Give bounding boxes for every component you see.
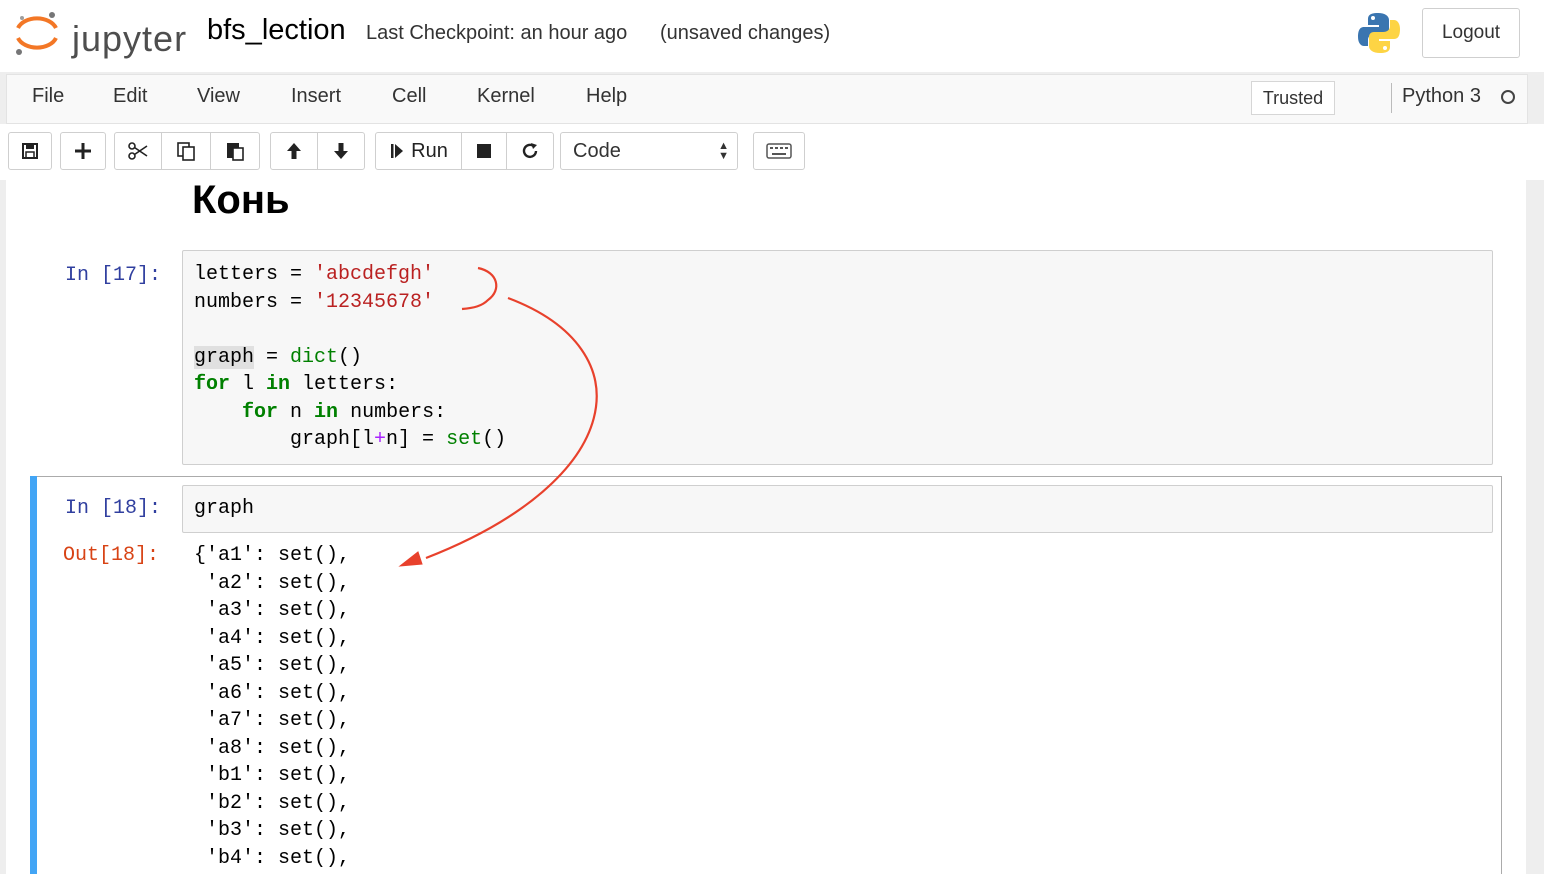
run-button[interactable]: Run <box>375 132 462 170</box>
notebook-container: Конь In [17]: letters = 'abcdefgh' numbe… <box>6 180 1526 874</box>
kernel-name[interactable]: Python 3 <box>1402 85 1481 108</box>
command-palette-button[interactable] <box>753 132 805 170</box>
menu-cell[interactable]: Cell <box>392 85 426 108</box>
scissors-icon <box>128 142 148 160</box>
plus-icon <box>75 143 91 159</box>
move-down-button[interactable] <box>317 132 365 170</box>
run-icon <box>391 144 404 158</box>
insert-cell-button[interactable] <box>60 132 106 170</box>
save-icon <box>22 143 38 159</box>
annotation-arrowhead <box>398 551 423 567</box>
toolbar: Run <box>0 124 1544 180</box>
stop-icon <box>477 144 491 158</box>
notebook-name[interactable]: bfs_lection <box>207 14 346 47</box>
save-button[interactable] <box>8 132 52 170</box>
annotation-bracket <box>461 266 498 311</box>
header: jupyter bfs_lection Last Checkpoint: an … <box>0 0 1544 72</box>
jupyter-logo[interactable]: jupyter <box>12 8 188 59</box>
logout-button[interactable]: Logout <box>1422 8 1520 58</box>
menu-file[interactable]: File <box>32 85 64 108</box>
menu-edit[interactable]: Edit <box>113 85 147 108</box>
annotation-overlay <box>398 266 598 567</box>
run-label: Run <box>411 139 448 162</box>
checkpoint-status: Last Checkpoint: an hour ago <box>366 22 628 44</box>
python-logo-icon <box>1358 13 1400 53</box>
cut-button[interactable] <box>114 132 162 170</box>
annotation-curve-arrow <box>425 296 598 560</box>
trusted-indicator[interactable]: Trusted <box>1251 81 1335 115</box>
menubar: File Edit View Insert Cell Kernel Help T… <box>6 74 1528 124</box>
jupyter-logo-text: jupyter <box>72 18 188 59</box>
move-up-button[interactable] <box>270 132 318 170</box>
menu-kernel[interactable]: Kernel <box>477 85 535 108</box>
autosave-status: (unsaved changes) <box>660 22 831 44</box>
cell-type-select[interactable]: Code ▲ ▼ <box>560 132 738 170</box>
restart-kernel-button[interactable] <box>506 132 554 170</box>
divider <box>1391 83 1392 113</box>
paste-icon <box>227 143 244 161</box>
refresh-icon <box>522 143 538 159</box>
cell-type-value: Code <box>573 140 621 162</box>
arrow-down-icon <box>334 143 348 159</box>
paste-button[interactable] <box>210 132 260 170</box>
interrupt-button[interactable] <box>461 132 507 170</box>
copy-icon <box>177 142 195 161</box>
keyboard-icon <box>766 143 792 159</box>
menu-help[interactable]: Help <box>586 85 627 108</box>
copy-button[interactable] <box>161 132 211 170</box>
jupyter-logo-icon <box>16 12 58 55</box>
menu-insert[interactable]: Insert <box>291 85 341 108</box>
menu-view[interactable]: View <box>197 85 240 108</box>
arrow-up-icon <box>287 143 301 159</box>
select-arrows-icon: ▲ ▼ <box>718 140 729 162</box>
kernel-idle-icon <box>1501 90 1515 104</box>
